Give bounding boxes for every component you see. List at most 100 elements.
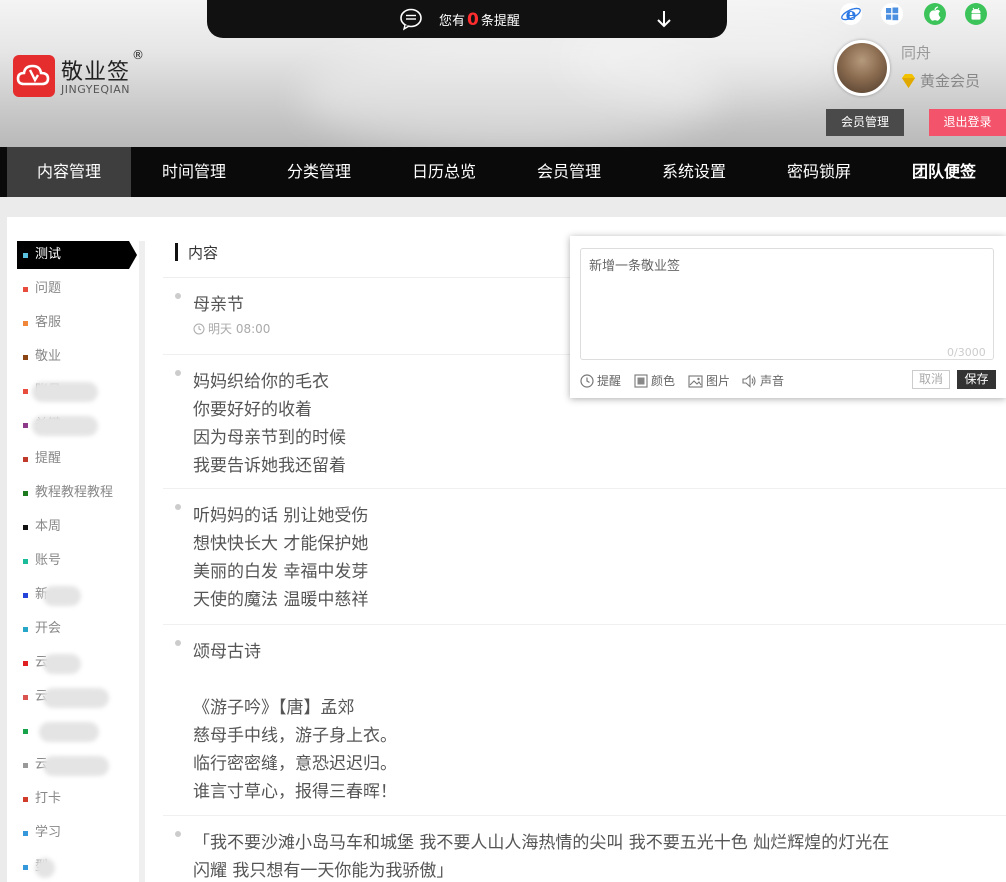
sidebar-item-label: 开会 xyxy=(35,621,62,636)
note-text-line: 临行密密缝，意恐迟迟归。 xyxy=(193,754,397,774)
nav-password-lock[interactable]: 密码锁屏 xyxy=(757,147,881,197)
nav-content-management[interactable]: 内容管理 xyxy=(7,147,131,197)
sidebar-item-label: 客服 xyxy=(35,315,62,330)
note-text-line: 天使的魔法 温暖中慈祥 xyxy=(193,590,369,610)
image-tool[interactable]: 图片 xyxy=(688,372,730,389)
speaker-icon xyxy=(742,374,756,388)
note-bullet xyxy=(175,504,181,510)
category-color-dot xyxy=(23,831,28,836)
note-text-line: 慈母手中线，游子身上衣。 xyxy=(193,726,397,746)
category-color-dot xyxy=(23,695,28,700)
logo-name: 敬业签 xyxy=(61,60,131,85)
android-icon[interactable] xyxy=(964,2,988,26)
sidebar-item[interactable]: 测试 xyxy=(17,241,137,269)
note-reminder-time: 明天 08:00 xyxy=(193,320,270,338)
sidebar-item-label: 测试 xyxy=(35,247,62,262)
apple-icon[interactable] xyxy=(923,2,947,26)
reminder-count: 0 xyxy=(467,10,479,30)
clock-icon xyxy=(193,323,205,338)
sidebar-item-label: 提醒 xyxy=(35,451,62,466)
sidebar-item-label: 学习 xyxy=(35,825,62,840)
sidebar-item[interactable]: 提醒 xyxy=(17,445,135,473)
category-color-dot xyxy=(23,797,28,802)
category-color-dot xyxy=(23,559,28,564)
category-color-dot xyxy=(23,865,28,870)
member-management-button[interactable]: 会员管理 xyxy=(826,109,904,136)
nav-team-notes[interactable]: 团队便签 xyxy=(882,147,1006,197)
sidebar-item[interactable]: 打卡 xyxy=(17,785,135,813)
sidebar-item[interactable]: 教程教程教程 xyxy=(17,479,135,507)
logout-button[interactable]: 退出登录 xyxy=(929,109,1006,136)
clock-icon xyxy=(580,374,594,388)
sidebar-item-label: 敬业 xyxy=(35,349,62,364)
note-bullet xyxy=(175,293,181,299)
category-color-dot xyxy=(23,355,28,360)
nav-time-management[interactable]: 时间管理 xyxy=(132,147,256,197)
logo-subtitle: JINGYEQIAN xyxy=(61,83,131,96)
message-icon xyxy=(399,7,423,35)
note-text-line: 母亲节 xyxy=(193,295,244,315)
sidebar-item[interactable]: 学习 xyxy=(17,819,135,847)
note-text-line: 你要好好的收着 xyxy=(193,400,312,420)
reminder-bar[interactable]: 您有 0 条提醒 xyxy=(207,0,727,38)
char-counter: 0/3000 xyxy=(947,346,986,359)
category-color-dot xyxy=(23,423,28,428)
sound-tool[interactable]: 声音 xyxy=(742,372,784,389)
cancel-button[interactable]: 取消 xyxy=(912,370,950,389)
note-item[interactable]: 颂母古诗《游子吟》【唐】孟郊慈母手中线，游子身上衣。 临行密密缝，意恐迟迟归。 谁言… xyxy=(163,624,1006,816)
image-icon xyxy=(688,375,703,388)
user-avatar[interactable] xyxy=(834,40,890,96)
sidebar-item[interactable]: 问题 xyxy=(17,275,135,303)
note-item[interactable]: 听妈妈的话 别让她受伤 想快快长大 才能保护她 美丽的白发 幸福中发芽 天使的魔法 温… xyxy=(163,488,1006,625)
note-text-line: 《游子吟》【唐】孟郊 xyxy=(193,698,355,718)
new-note-panel: 0/3000 提醒 颜色 图片 声音 取消 保存 xyxy=(570,236,1006,398)
note-text-line: 妈妈织给你的毛衣 xyxy=(193,372,329,392)
windows-icon[interactable] xyxy=(880,2,904,26)
new-note-input[interactable] xyxy=(580,248,994,360)
category-sidebar: 测试问题客服敬业账号关键...提醒教程教程教程本周账号新开会云云云打卡学习型 xyxy=(17,241,147,882)
note-text-line: 闪耀 我只想有一天你能为我骄傲」 xyxy=(193,861,454,881)
sidebar-item-label: 教程教程教程 xyxy=(35,485,114,500)
category-color-dot xyxy=(23,627,28,632)
sidebar-item[interactable]: 账号 xyxy=(17,547,135,575)
note-bullet xyxy=(175,831,181,837)
category-color-dot xyxy=(23,525,28,530)
note-text-line: 「我不要沙滩小岛马车和城堡 我不要人山人海热情的尖叫 我不要五光十色 灿烂辉煌的… xyxy=(193,833,890,853)
nav-calendar-overview[interactable]: 日历总览 xyxy=(382,147,506,197)
color-square-icon xyxy=(634,374,648,388)
main-nav: 内容管理 时间管理 分类管理 日历总览 会员管理 系统设置 密码锁屏 团队便签 xyxy=(0,147,1006,197)
sidebar-item-label: 打卡 xyxy=(35,791,62,806)
category-color-dot xyxy=(23,457,28,462)
category-color-dot xyxy=(23,763,28,768)
category-color-dot xyxy=(23,729,28,734)
category-color-dot xyxy=(23,593,28,598)
arrow-down-icon[interactable] xyxy=(654,9,674,33)
sidebar-item-label: 本周 xyxy=(35,519,62,534)
cloud-logo-icon xyxy=(13,55,55,97)
color-tool[interactable]: 颜色 xyxy=(634,372,675,389)
category-color-dot xyxy=(23,321,28,326)
diamond-icon xyxy=(900,73,917,93)
category-color-dot xyxy=(23,491,28,496)
note-item[interactable]: 「我不要沙滩小岛马车和城堡 我不要人山人海热情的尖叫 我不要五光十色 灿烂辉煌的… xyxy=(163,815,1006,881)
save-button[interactable]: 保存 xyxy=(957,370,996,389)
note-text-line: 美丽的白发 幸福中发芽 xyxy=(193,562,369,582)
nav-member-management[interactable]: 会员管理 xyxy=(507,147,631,197)
note-text-line: 颂母古诗 xyxy=(193,642,261,662)
sidebar-item[interactable]: 敬业 xyxy=(17,343,135,371)
nav-category-management[interactable]: 分类管理 xyxy=(257,147,381,197)
sidebar-item[interactable]: 本周 xyxy=(17,513,135,541)
category-color-dot xyxy=(23,661,28,666)
sidebar-item[interactable]: 客服 xyxy=(17,309,135,337)
reminder-tool[interactable]: 提醒 xyxy=(580,372,621,389)
registered-mark: ® xyxy=(132,48,144,62)
sidebar-item[interactable]: 开会 xyxy=(17,615,135,643)
user-name: 同舟 xyxy=(901,44,932,62)
nav-system-settings[interactable]: 系统设置 xyxy=(632,147,756,197)
note-bullet xyxy=(175,370,181,376)
ie-icon[interactable]: e xyxy=(839,2,863,26)
sidebar-item-label: 账号 xyxy=(35,553,62,568)
note-text-line: 谁言寸草心，报得三春晖！ xyxy=(193,782,397,802)
sidebar-scrollbar[interactable] xyxy=(139,241,145,882)
note-text-line: 我要告诉她我还留着 xyxy=(193,456,346,476)
